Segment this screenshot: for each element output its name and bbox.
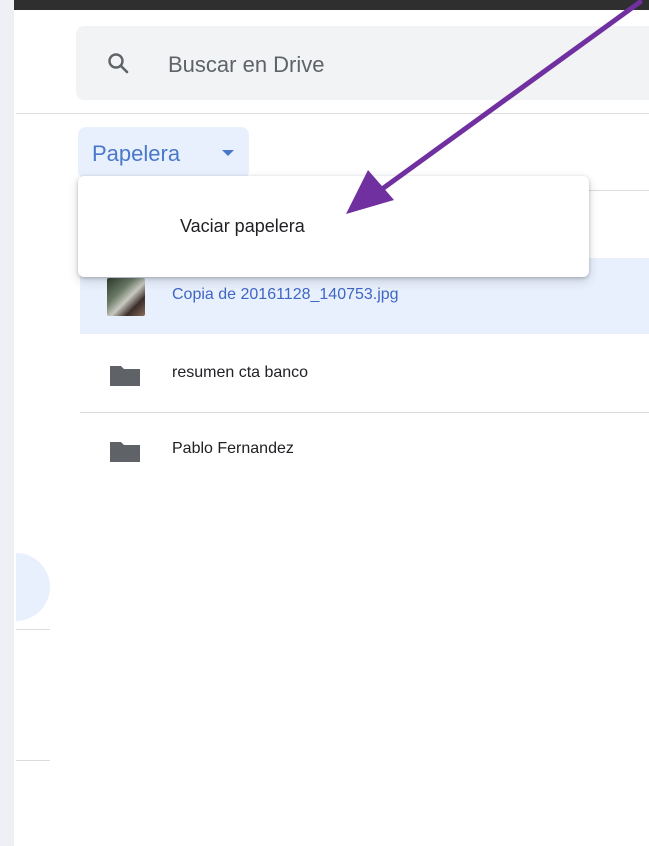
folder-icon [110,442,140,462]
trash-location-label: Papelera [92,141,181,166]
search-icon[interactable] [106,51,130,75]
sidebar-divider [16,760,50,761]
search-bar[interactable]: Buscar en Drive [76,26,649,100]
left-sidebar-edge [0,0,14,846]
window-top-bar [14,0,649,10]
image-thumbnail [107,278,145,316]
file-row-folder[interactable]: resumen cta banco [80,336,649,412]
search-input[interactable]: Buscar en Drive [168,52,325,78]
caret-down-icon [222,150,234,156]
file-name: Copia de 20161128_140753.jpg [172,286,399,303]
file-row-folder[interactable]: Pablo Fernandez [80,412,649,488]
folder-icon [110,366,140,386]
header-divider [16,113,649,114]
empty-trash-menu-item[interactable]: Vaciar papelera [180,216,305,237]
trash-dropdown-menu: Vaciar papelera [78,176,589,277]
trash-location-button[interactable]: Papelera [78,127,249,179]
sidebar-active-item[interactable] [16,553,50,621]
sidebar-divider [16,629,50,630]
file-name: Pablo Fernandez [172,440,294,457]
file-name: resumen cta banco [172,364,309,381]
